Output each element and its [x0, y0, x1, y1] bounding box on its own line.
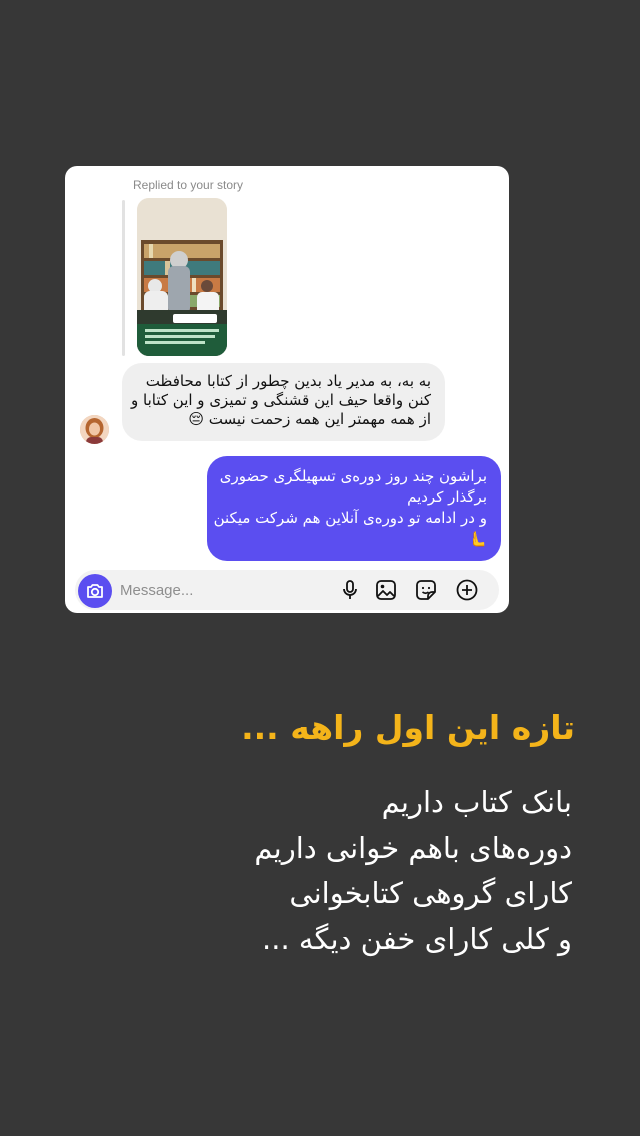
caption-line-2: دوره‌های باهم خوانی داریم [254, 830, 572, 865]
incoming-line-1: به به، به مدیر یاد بدین چطور از کتابا مح… [145, 372, 431, 390]
camera-icon [87, 584, 103, 598]
caption-line-4: و کلی کارای خفن دیگه ... [262, 921, 572, 956]
gallery-button[interactable] [374, 578, 398, 602]
gallery-icon [376, 580, 396, 600]
microphone-icon [343, 580, 357, 599]
caption-line-3: کارای گروهی کتابخوانی [289, 876, 572, 910]
sticker-icon [416, 580, 436, 600]
add-icon [456, 579, 478, 601]
outgoing-line-2: برگذار کردیم [407, 488, 487, 506]
outgoing-emoji: 🫷 [468, 530, 487, 548]
incoming-message-bubble[interactable]: به به، به مدیر یاد بدین چطور از کتابا مح… [122, 363, 445, 441]
outgoing-line-3: و در ادامه تو دوره‌ی آنلاین هم شرکت میکن… [213, 509, 487, 527]
message-composer [75, 570, 499, 610]
message-input[interactable] [120, 570, 320, 610]
sender-avatar[interactable] [80, 415, 109, 444]
avatar-photo [80, 415, 109, 444]
camera-button[interactable] [78, 574, 112, 608]
incoming-line-3: از همه مهمتر این همه زحمت نیست 😔 [188, 410, 431, 428]
caption-headline: تازه این اول راهه ... [241, 708, 575, 747]
add-button[interactable] [455, 578, 479, 602]
incoming-line-2: کنن واقعا حیف این قشنگی و تمیزی و این کت… [131, 391, 431, 409]
story-thumbnail[interactable] [137, 198, 227, 356]
caption-body: بانک کتاب داریم دوره‌های باهم خوانی داری… [72, 780, 572, 962]
sticker-button[interactable] [414, 578, 438, 602]
caption-line-1: بانک کتاب داریم [381, 785, 572, 819]
story-photo [137, 198, 227, 356]
replied-to-story-label: Replied to your story [133, 178, 244, 192]
outgoing-message-bubble[interactable]: براشون چند روز دوره‌ی تسهیلگری حضوری برگ… [207, 456, 501, 561]
microphone-button[interactable] [338, 578, 362, 602]
dm-screenshot-card: Replied to your story به به، به مدیر یاد… [65, 166, 509, 613]
reply-indicator-bar [122, 200, 125, 356]
outgoing-line-1: براشون چند روز دوره‌ی تسهیلگری حضوری [219, 467, 487, 485]
